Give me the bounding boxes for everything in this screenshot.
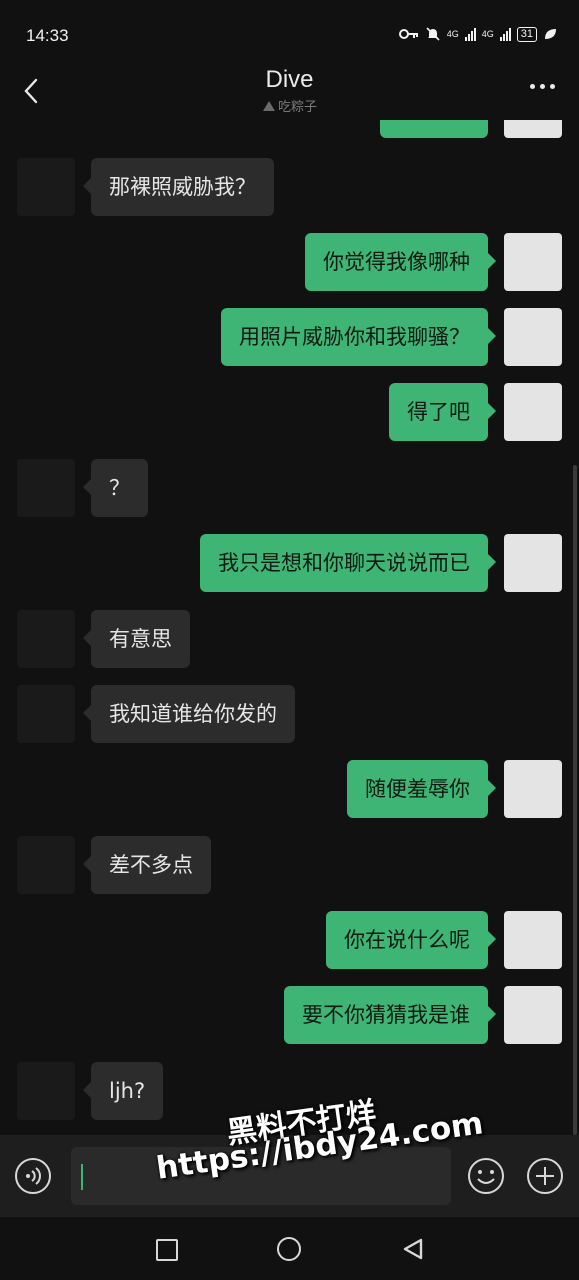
message-row: 得了吧 (0, 383, 579, 443)
message-bubble-outgoing[interactable]: 随便羞辱你 (347, 760, 496, 818)
message-bubble-outgoing[interactable]: 我只是想和你聊天说说而已 (200, 534, 496, 592)
message-bubble-outgoing[interactable]: 你在说什么呢 (326, 911, 496, 969)
chat-subtitle: 吃粽子 (0, 96, 579, 115)
scrollbar[interactable] (573, 465, 577, 1135)
battery-level: 31 (516, 26, 537, 42)
chat-header: Dive 吃粽子 (0, 62, 579, 120)
contact-avatar[interactable] (17, 1062, 75, 1120)
key-icon (398, 29, 418, 39)
my-avatar[interactable] (504, 760, 562, 818)
message-row (0, 120, 579, 140)
chat-subtitle-text: 吃粽子 (277, 100, 317, 115)
contact-avatar[interactable] (17, 158, 75, 216)
contact-avatar[interactable] (17, 610, 75, 668)
network-type-2: 4G (481, 29, 494, 39)
message-row: 你在说什么呢 (0, 911, 579, 971)
bell-muted-icon (426, 27, 440, 41)
plus-icon[interactable] (526, 1157, 564, 1195)
status-icons: 4G 4G 31 (398, 26, 557, 42)
signal-icon-2 (499, 27, 511, 41)
message-row: 我知道谁给你发的 (0, 685, 579, 745)
contact-avatar[interactable] (17, 459, 75, 517)
message-bubble-incoming[interactable]: 我知道谁给你发的 (83, 685, 295, 743)
message-bubble-outgoing[interactable]: 用照片威胁你和我聊骚？ (221, 308, 496, 366)
my-avatar[interactable] (504, 534, 562, 592)
text-caret (81, 1164, 83, 1190)
signal-icon-1 (464, 27, 476, 41)
my-avatar[interactable] (504, 383, 562, 441)
emoji-icon[interactable] (467, 1157, 505, 1195)
nav-back-icon[interactable] (401, 1237, 425, 1261)
message-row: ？ (0, 459, 579, 519)
recent-apps-icon[interactable] (156, 1239, 178, 1261)
more-options-icon[interactable] (530, 84, 555, 89)
my-avatar[interactable] (504, 233, 562, 291)
message-bubble-incoming[interactable]: 那裸照威胁我？ (83, 158, 274, 216)
message-row: 要不你猜猜我是谁 (0, 986, 579, 1046)
message-bubble-outgoing[interactable] (380, 120, 488, 138)
message-bubble-incoming[interactable]: ljh? (82, 1062, 164, 1120)
leaf-icon (545, 29, 556, 39)
message-bubble-incoming[interactable]: 差不多点 (83, 836, 211, 894)
contact-avatar[interactable] (17, 685, 75, 743)
status-bar: 14:33 4G 4G 31 (0, 0, 579, 62)
message-bubble-outgoing[interactable]: 要不你猜猜我是谁 (284, 986, 496, 1044)
message-row: 用照片威胁你和我聊骚？ (0, 308, 579, 368)
my-avatar[interactable] (504, 986, 562, 1044)
message-bubble-outgoing[interactable]: 得了吧 (389, 383, 496, 441)
home-icon[interactable] (277, 1237, 301, 1261)
voice-input-button[interactable] (15, 1158, 51, 1194)
my-avatar[interactable] (504, 120, 562, 138)
my-avatar[interactable] (504, 911, 562, 969)
my-avatar[interactable] (504, 308, 562, 366)
message-row: 你觉得我像哪种 (0, 233, 579, 293)
network-type-1: 4G (446, 29, 459, 39)
message-row: 那裸照威胁我？ (0, 158, 579, 218)
chat-title: Dive (265, 66, 314, 93)
message-bubble-incoming[interactable]: 有意思 (83, 610, 190, 668)
system-navigation-bar (0, 1217, 579, 1280)
status-time: 14:33 (26, 26, 69, 45)
message-row: 随便羞辱你 (0, 760, 579, 820)
message-list[interactable]: 那裸照威胁我？ 你觉得我像哪种 用照片威胁你和我聊骚？ 得了吧 ？ 我只是想和你… (0, 120, 579, 1135)
message-row: 有意思 (0, 610, 579, 670)
message-row: 差不多点 (0, 836, 579, 896)
message-bubble-incoming[interactable]: ？ (83, 459, 148, 517)
message-row: 我只是想和你聊天说说而已 (0, 534, 579, 594)
status-icon (262, 101, 275, 111)
voice-icon (26, 1167, 41, 1185)
message-bubble-outgoing[interactable]: 你觉得我像哪种 (305, 233, 496, 291)
contact-avatar[interactable] (17, 836, 75, 894)
